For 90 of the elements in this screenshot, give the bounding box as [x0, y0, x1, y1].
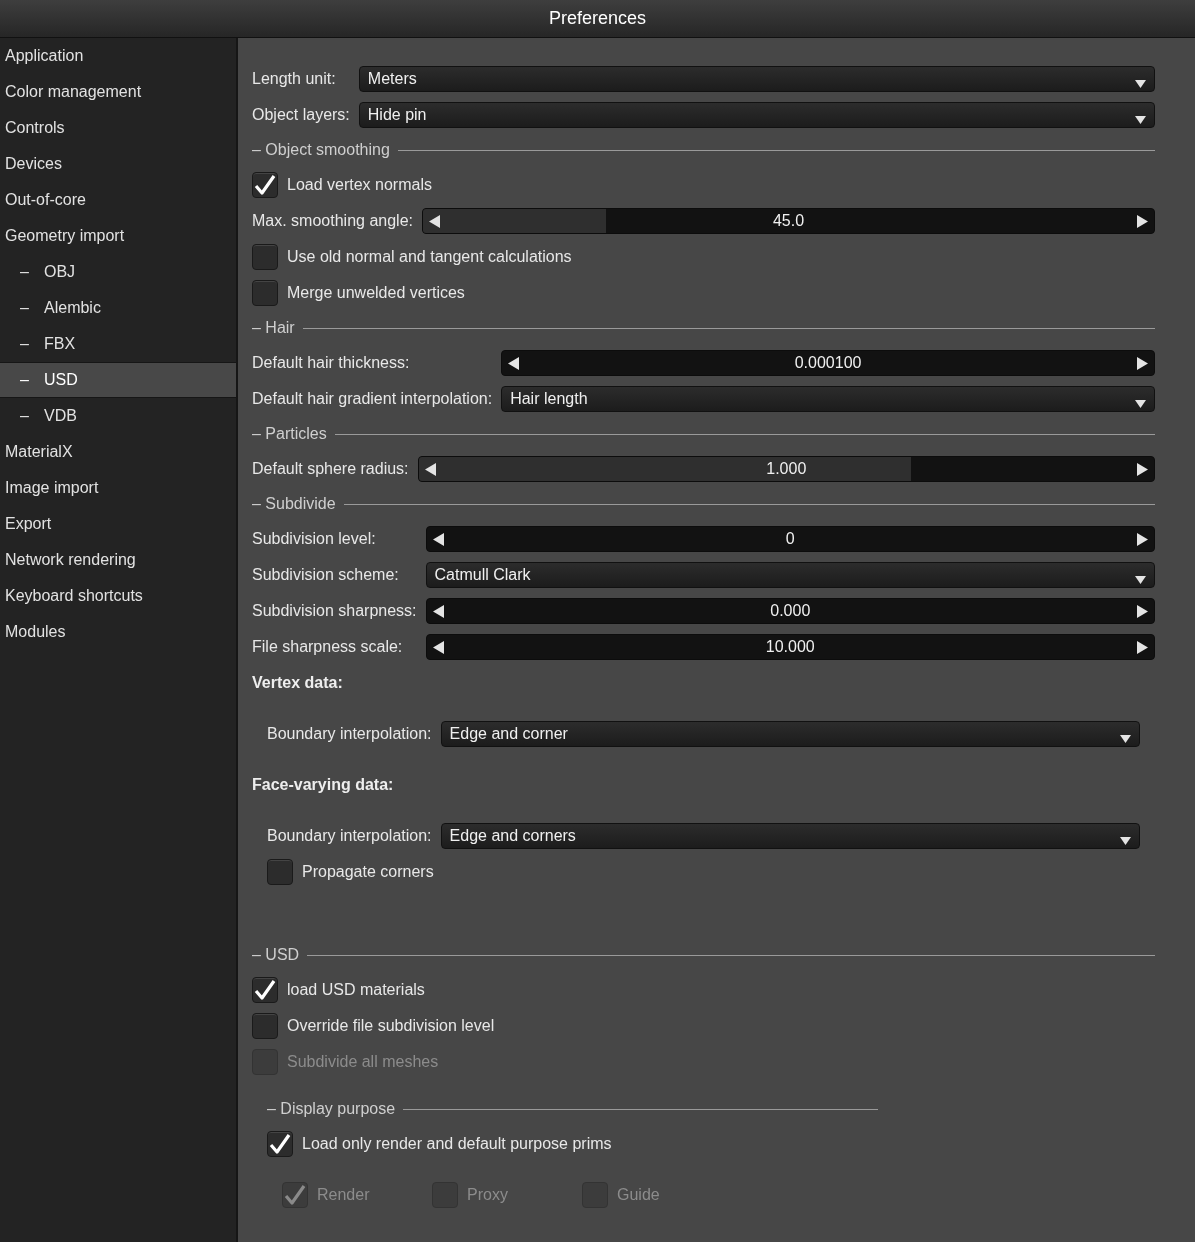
sidebar-item[interactable]: Export [0, 506, 236, 542]
sidebar-item[interactable]: Out-of-core [0, 182, 236, 218]
slider[interactable]: 10.000 [425, 634, 1155, 660]
checkbox-label: Load only render and default purpose prims [302, 1134, 612, 1154]
left-triangle-icon[interactable] [432, 640, 444, 654]
checkbox-label: Proxy [467, 1185, 508, 1205]
checkbox-label: Override file subdivision level [287, 1016, 495, 1036]
sidebar-item[interactable]: Network rendering [0, 542, 236, 578]
slider[interactable]: 1.000 [417, 456, 1155, 482]
field-label: File sharpness scale: [252, 637, 403, 657]
section-title: – Subdivide [252, 494, 336, 514]
field-label: Default hair thickness: [252, 353, 410, 373]
checkbox-label: Use old normal and tangent calculations [287, 247, 572, 267]
dropdown[interactable]: Meters [358, 66, 1155, 92]
dropdown[interactable]: Hide pin [358, 102, 1155, 128]
checkbox[interactable] [252, 1013, 278, 1039]
field-label: Max. smoothing angle: [252, 211, 413, 231]
field-label: Subdivision level: [252, 529, 376, 549]
sidebar-item[interactable]: – Alembic [0, 290, 236, 326]
sidebar-item[interactable]: – USD [0, 362, 236, 398]
caret-icon [1135, 116, 1146, 124]
field-label: Boundary interpolation: [267, 724, 432, 744]
checkbox[interactable] [252, 977, 278, 1003]
sidebar-item[interactable]: Geometry import [0, 218, 236, 254]
checkbox-label: Load vertex normals [287, 175, 432, 195]
right-triangle-icon[interactable] [1137, 214, 1148, 228]
field-label: Default sphere radius: [252, 459, 409, 479]
checkmark-icon [284, 1184, 306, 1206]
checkmark-icon [254, 979, 276, 1001]
caret-icon [1120, 837, 1131, 845]
checkbox[interactable] [252, 280, 278, 306]
section-title: – Object smoothing [252, 140, 390, 160]
slider[interactable]: 45.0 [422, 208, 1155, 234]
checkmark-icon [269, 1133, 291, 1155]
dropdown[interactable]: Catmull Clark [425, 562, 1155, 588]
checkbox-label: Guide [617, 1185, 660, 1205]
checkbox-label: Subdivide all meshes [287, 1052, 439, 1072]
checkbox[interactable] [267, 859, 293, 885]
checkbox-label: load USD materials [287, 980, 425, 1000]
dropdown[interactable]: Edge and corner [440, 721, 1140, 747]
field-label: Object layers: [252, 105, 350, 125]
sidebar-item[interactable]: Color management [0, 74, 236, 110]
left-triangle-icon[interactable] [508, 356, 520, 370]
right-triangle-icon[interactable] [1137, 462, 1148, 476]
field-label: Subdivision scheme: [252, 565, 399, 585]
right-triangle-icon[interactable] [1137, 532, 1148, 546]
left-triangle-icon[interactable] [432, 532, 444, 546]
field-label: Length unit: [252, 69, 336, 89]
checkbox[interactable] [252, 244, 278, 270]
sidebar-item[interactable]: Controls [0, 110, 236, 146]
sidebar-item[interactable]: Modules [0, 614, 236, 650]
section-title: – USD [252, 945, 300, 965]
sidebar-item[interactable]: Image import [0, 470, 236, 506]
sidebar-item[interactable]: – FBX [0, 326, 236, 362]
slider[interactable]: 0 [425, 526, 1155, 552]
checkbox-label: Merge unwelded vertices [287, 283, 465, 303]
sidebar-item[interactable]: Keyboard shortcuts [0, 578, 236, 614]
field-label: Subdivision sharpness: [252, 601, 417, 621]
caret-icon [1135, 80, 1146, 88]
slider[interactable]: 0.000 [425, 598, 1155, 624]
group-heading: Face-varying data: [252, 775, 394, 795]
checkbox-label: Propagate corners [302, 862, 434, 882]
caret-icon [1135, 400, 1146, 408]
field-label: Default hair gradient interpolation: [252, 389, 493, 409]
field-label: Boundary interpolation: [267, 826, 432, 846]
left-triangle-icon[interactable] [424, 462, 436, 476]
section-title: – Particles [252, 424, 327, 444]
section-title: – Hair [252, 318, 295, 338]
window-title: Preferences [548, 7, 647, 30]
sidebar-item[interactable]: Application [0, 38, 236, 74]
sidebar-item[interactable]: Devices [0, 146, 236, 182]
left-triangle-icon[interactable] [429, 214, 440, 228]
left-triangle-icon[interactable] [432, 604, 444, 618]
right-triangle-icon[interactable] [1137, 356, 1148, 370]
checkbox-label: Render [317, 1185, 370, 1205]
right-triangle-icon[interactable] [1137, 640, 1148, 654]
sidebar-item[interactable]: MaterialX [0, 434, 236, 470]
dropdown[interactable]: Edge and corners [440, 823, 1140, 849]
caret-icon [1120, 735, 1131, 743]
right-triangle-icon[interactable] [1137, 604, 1148, 618]
slider[interactable]: 0.000100 [501, 350, 1155, 376]
sidebar-item[interactable]: – OBJ [0, 254, 236, 290]
dropdown[interactable]: Hair length [501, 386, 1155, 412]
checkbox[interactable] [267, 1131, 293, 1157]
group-heading: Vertex data: [252, 673, 343, 693]
sidebar-item[interactable]: – VDB [0, 398, 236, 434]
checkmark-icon [254, 174, 276, 196]
caret-icon [1135, 576, 1146, 584]
section-title: – Display purpose [267, 1099, 396, 1119]
checkbox[interactable] [252, 172, 278, 198]
